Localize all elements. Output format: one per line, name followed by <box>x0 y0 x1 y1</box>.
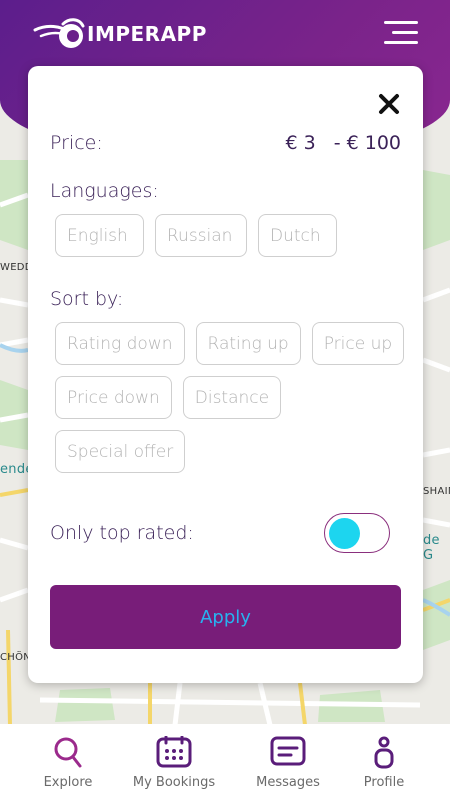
person-icon <box>374 736 394 769</box>
menu-bar-middle <box>392 31 418 34</box>
price-range[interactable]: € 3 - € 100 <box>285 132 401 154</box>
menu-bar-bottom <box>384 41 418 44</box>
calendar-icon <box>156 736 192 768</box>
chip-sort-rating-down[interactable]: Rating down <box>55 322 185 365</box>
filter-panel: Price: € 3 - € 100 Languages: English Ru… <box>28 66 423 683</box>
chip-sort-price-down[interactable]: Price down <box>55 376 172 419</box>
languages-label: Languages: <box>50 180 159 202</box>
apply-button[interactable]: Apply <box>50 585 401 649</box>
menu-button[interactable] <box>384 21 418 45</box>
bottom-nav: Explore My Bookings Messages Profile <box>0 724 450 800</box>
sort-label: Sort by: <box>50 288 124 310</box>
top-rated-label: Only top rated: <box>50 522 194 544</box>
logo-swirl-icon <box>33 18 85 48</box>
close-button[interactable] <box>377 92 401 116</box>
chip-language-russian[interactable]: Russian <box>155 214 247 257</box>
price-min: € 3 <box>285 132 316 154</box>
toggle-knob <box>329 518 360 549</box>
app-logo[interactable]: IMPERAPP <box>33 14 207 54</box>
price-max: - € 100 <box>333 132 401 154</box>
chip-sort-distance[interactable]: Distance <box>182 376 282 419</box>
chip-sort-rating-up[interactable]: Rating up <box>195 322 301 365</box>
nav-item-explore[interactable]: Explore <box>18 724 118 800</box>
sort-chip-group: Rating down Rating up Price up Price dow… <box>55 322 405 473</box>
map-label-de-g: de G <box>423 533 440 563</box>
message-icon <box>270 736 306 766</box>
languages-chip-group: English Russian Dutch <box>55 214 405 257</box>
app-name: IMPERAPP <box>87 22 207 46</box>
nav-label-my-bookings: My Bookings <box>132 775 216 790</box>
chip-sort-special-offer[interactable]: Special offer <box>55 430 186 473</box>
close-icon <box>379 94 399 114</box>
nav-item-messages[interactable]: Messages <box>238 724 338 800</box>
chip-sort-price-up[interactable]: Price up <box>311 322 405 365</box>
chip-language-english[interactable]: English <box>55 214 144 257</box>
nav-label-profile: Profile <box>363 775 405 790</box>
top-rated-toggle[interactable] <box>324 513 390 553</box>
search-icon <box>54 737 82 768</box>
nav-label-explore: Explore <box>43 775 93 790</box>
chip-language-dutch[interactable]: Dutch <box>258 214 337 257</box>
price-label: Price: <box>50 132 103 154</box>
map-label-shaim: SHAIM <box>423 486 450 497</box>
nav-item-my-bookings[interactable]: My Bookings <box>124 724 224 800</box>
menu-bar-top <box>384 21 418 24</box>
nav-label-messages: Messages <box>256 775 320 790</box>
nav-item-profile[interactable]: Profile <box>334 724 434 800</box>
